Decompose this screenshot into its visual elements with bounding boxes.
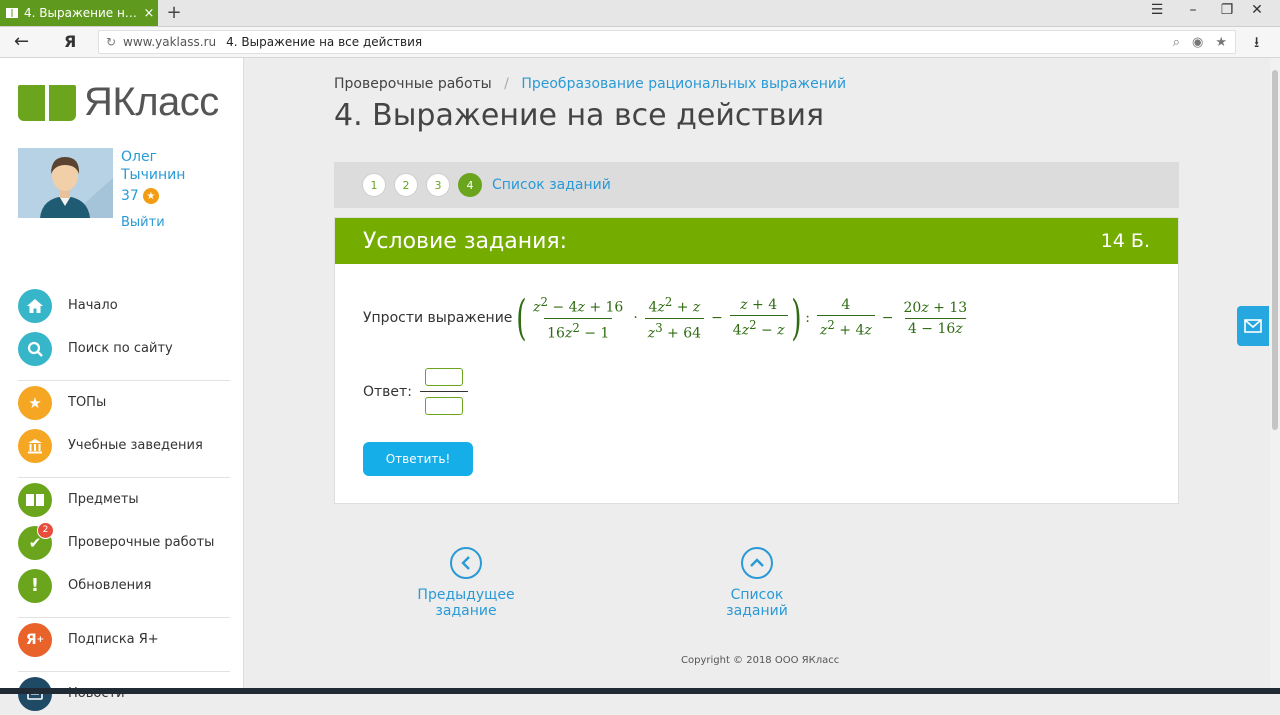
logout-link[interactable]: Выйти	[121, 215, 165, 230]
task-points: 14 Б.	[1100, 230, 1150, 252]
menu-divider	[18, 661, 230, 672]
sidebar-item-institutions[interactable]: Учебные заведения	[18, 424, 230, 467]
sidebar-menu: Начало Поиск по сайту ★ ТОПы Учебные зав…	[18, 284, 230, 715]
user-avatar-icon	[18, 148, 113, 218]
task-list-nav-link[interactable]: Список заданий	[700, 547, 814, 619]
download-icon[interactable]: ⭳	[1254, 32, 1259, 57]
step-1[interactable]: 1	[362, 173, 386, 197]
protect-icon[interactable]: ◉	[1192, 35, 1203, 50]
task-list-link[interactable]: Список заданий	[492, 177, 611, 193]
sidebar-item-tops[interactable]: ★ ТОПы	[18, 381, 230, 424]
logo-text: ЯКласс	[84, 80, 219, 124]
sidebar-item-subscription[interactable]: Я + Подписка Я+	[18, 618, 230, 661]
book-icon	[6, 8, 18, 18]
answer-block: Ответ:	[363, 368, 468, 415]
avatar[interactable]	[18, 148, 113, 218]
exclamation-icon: !	[18, 568, 52, 603]
task-card: Условие задания: 14 Б. Упрости выражение…	[334, 217, 1179, 504]
close-icon[interactable]: ×	[140, 6, 158, 21]
submit-answer-button[interactable]: Ответить!	[363, 442, 473, 476]
copyright: Copyright © 2018 ООО ЯКласс	[681, 655, 840, 666]
task-header-title: Условие задания:	[363, 228, 568, 254]
menu-icon[interactable]: ☰	[1142, 2, 1172, 18]
browser-tab-bar: 4. Выражение на все действия × + ☰ – ❐ ✕	[0, 0, 1280, 27]
menu-divider	[18, 370, 230, 381]
breadcrumb-separator: /	[504, 76, 509, 92]
search-icon	[18, 331, 52, 366]
step-3[interactable]: 3	[426, 173, 450, 197]
breadcrumb-parent[interactable]: Проверочные работы	[334, 76, 492, 92]
menu-divider	[18, 607, 230, 618]
sidebar-item-home[interactable]: Начало	[18, 284, 230, 327]
sidebar: ЯКласс Олег Тычинин 37 ★ Выйти Начало По…	[0, 58, 244, 711]
answer-denominator-input[interactable]	[424, 397, 463, 415]
check-icon: ✔ 2	[18, 521, 54, 560]
user-name[interactable]: Олег Тычинин	[121, 148, 231, 184]
scrollbar-thumb[interactable]	[1272, 70, 1278, 430]
bookmark-star-icon[interactable]: ★	[1215, 35, 1227, 50]
new-tab-button[interactable]: +	[164, 2, 184, 23]
task-step-bar: 1 2 3 4 Список заданий	[334, 162, 1179, 208]
search-page-icon[interactable]: ⌕	[1173, 35, 1180, 50]
close-window-icon[interactable]: ✕	[1242, 2, 1272, 18]
browser-tab[interactable]: 4. Выражение на все действия ×	[0, 0, 158, 26]
site-logo[interactable]: ЯКласс	[18, 80, 219, 125]
sidebar-item-tests[interactable]: ✔ 2 Проверочные работы	[18, 521, 230, 564]
step-4[interactable]: 4	[458, 173, 482, 197]
breadcrumb: Проверочные работы / Преобразование раци…	[334, 76, 846, 92]
page-scrollbar[interactable]	[1270, 58, 1280, 694]
home-icon	[18, 288, 52, 323]
os-taskbar	[0, 688, 1280, 694]
back-button[interactable]: ←	[14, 31, 29, 52]
previous-task-link[interactable]: Предыдущее задание	[388, 547, 544, 619]
menu-divider	[18, 467, 230, 478]
breadcrumb-current[interactable]: Преобразование рациональных выражений	[521, 76, 846, 92]
minimize-icon[interactable]: –	[1178, 2, 1208, 18]
address-bar: ← Я ↻ www.yaklass.ru 4. Выражение на все…	[0, 27, 1280, 58]
task-prompt: Упрости выражение	[363, 310, 513, 326]
answer-numerator-input[interactable]	[424, 368, 463, 386]
institution-icon	[18, 428, 52, 463]
user-points[interactable]: 37 ★	[121, 188, 159, 204]
answer-label: Ответ:	[363, 383, 412, 400]
sidebar-item-updates[interactable]: ! Обновления	[18, 564, 230, 607]
tab-title: 4. Выражение на все действия	[24, 6, 140, 20]
task-header: Условие задания: 14 Б.	[335, 218, 1178, 264]
url-domain: www.yaklass.ru	[123, 35, 217, 49]
answer-fraction	[419, 368, 468, 415]
yandex-button[interactable]: Я	[64, 32, 76, 51]
chevron-up-icon	[741, 547, 773, 579]
math-expression: ( z2 − 4z + 16 16z2 − 1 · 4z2 + z z3 + 64 …	[516, 290, 968, 346]
url-field[interactable]: ↻ www.yaklass.ru 4. Выражение на все дей…	[98, 30, 1236, 54]
ya-plus-icon: Я +	[18, 622, 52, 657]
star-icon: ★	[142, 188, 159, 204]
notification-badge: 2	[37, 521, 54, 539]
sidebar-item-search[interactable]: Поиск по сайту	[18, 327, 230, 370]
chevron-left-icon	[450, 547, 482, 579]
restore-icon[interactable]: ❐	[1212, 2, 1242, 18]
page-title: 4. Выражение на все действия	[334, 98, 825, 133]
logo-book-icon	[18, 83, 76, 123]
sidebar-item-subjects[interactable]: Предметы	[18, 478, 230, 521]
task-problem: Упрости выражение ( z2 − 4z + 16 16z2 − 1…	[363, 294, 973, 342]
mail-icon	[1244, 319, 1262, 333]
step-2[interactable]: 2	[394, 173, 418, 197]
book-icon	[18, 482, 52, 517]
reload-icon[interactable]: ↻	[99, 35, 123, 49]
star-icon: ★	[18, 385, 52, 420]
feedback-button[interactable]	[1237, 306, 1269, 346]
url-page-title: 4. Выражение на все действия	[226, 35, 423, 49]
